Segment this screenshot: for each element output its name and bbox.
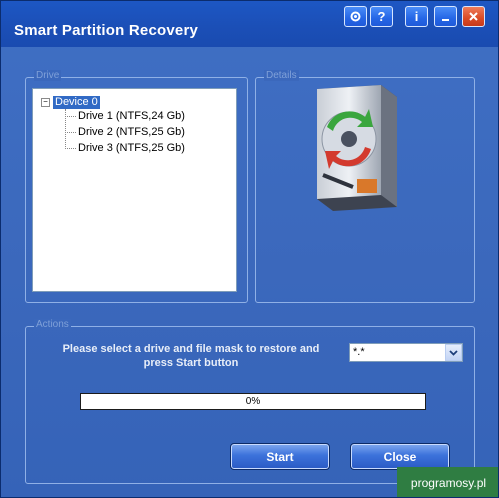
info-button[interactable]: i [405,6,428,27]
help-icon: ? [377,9,386,24]
file-mask-select[interactable]: *.* [349,343,463,362]
title-bar[interactable]: Smart Partition Recovery ? i [1,1,498,47]
start-button[interactable]: Start [230,443,330,470]
hard-drive-recovery-icon [317,85,397,211]
details-legend: Details [264,70,299,81]
settings-button[interactable] [344,6,367,27]
drive-legend: Drive [34,70,62,81]
watermark: programosy.pl [397,467,498,497]
close-button[interactable]: Close [350,443,450,470]
window-title: Smart Partition Recovery [14,22,199,39]
tree-node-drive-3[interactable]: Drive 3 (NTFS,25 Gb) [65,141,185,155]
minimize-icon [441,18,449,21]
settings-icon [350,11,361,22]
help-button[interactable]: ? [370,6,393,27]
info-icon: i [414,9,419,24]
close-icon [469,12,478,21]
close-window-button[interactable] [462,6,485,27]
progress-bar: 0% [80,393,426,410]
tree-node-label: Drive 1 (NTFS,24 Gb) [78,110,185,122]
file-mask-value: *.* [353,346,365,358]
chevron-down-icon [449,349,458,356]
progress-label: 0% [245,396,261,407]
tree-node-drive-2[interactable]: Drive 2 (NTFS,25 Gb) [65,125,185,139]
instruction-text: Please select a drive and file mask to r… [62,343,320,369]
minimize-button[interactable] [434,6,457,27]
drive-tree[interactable]: − Device 0 Drive 1 (NTFS,24 Gb) Drive 2 … [32,88,237,292]
tree-node-label[interactable]: Device 0 [53,95,100,109]
tree-node-device-0[interactable]: − Device 0 [41,95,100,109]
tree-expander-icon[interactable]: − [41,97,50,107]
actions-legend: Actions [34,319,71,330]
dropdown-button[interactable] [445,344,462,361]
tree-node-drive-1[interactable]: Drive 1 (NTFS,24 Gb) [65,109,185,123]
main-window: Smart Partition Recovery ? i Drive − Dev… [0,0,499,498]
tree-node-label: Drive 2 (NTFS,25 Gb) [78,126,185,138]
tree-node-label: Drive 3 (NTFS,25 Gb) [78,142,185,154]
